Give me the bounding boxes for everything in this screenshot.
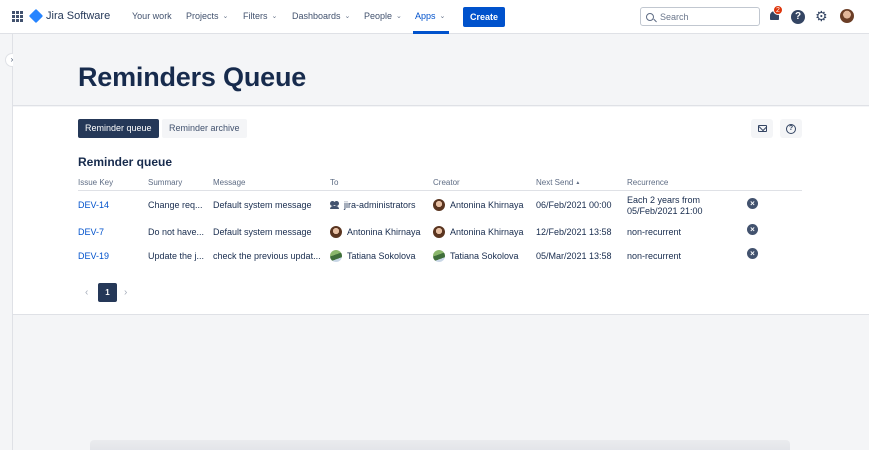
next-send-cell: 05/Mar/2021 13:58 xyxy=(536,251,612,261)
message-cell: Default system message xyxy=(213,200,312,210)
column-header-label: Next Send xyxy=(536,178,574,187)
creator-cell: Antonina Khirnaya xyxy=(433,199,524,211)
chevron-down-icon: ⌄ xyxy=(222,13,229,20)
recipient-name: jira-administrators xyxy=(344,200,416,210)
column-header-summary: Summary xyxy=(148,178,183,187)
content-panel xyxy=(13,107,869,315)
recipient-name: Tatiana Sokolova xyxy=(347,251,416,261)
creator-name: Antonina Khirnaya xyxy=(450,227,524,237)
mail-icon xyxy=(758,125,767,132)
group-icon xyxy=(330,201,340,209)
summary-cell: Update the j... xyxy=(148,251,205,261)
avatar xyxy=(433,250,445,262)
nav-projects[interactable]: Projects ⌄ xyxy=(186,11,228,21)
creator-name: Tatiana Sokolova xyxy=(450,251,519,261)
column-header-message: Message xyxy=(213,178,246,187)
message-cell: check the previous updat... xyxy=(213,251,321,261)
help-button[interactable]: ? xyxy=(780,119,802,138)
bottom-panel-edge xyxy=(90,440,790,450)
search-input[interactable]: Search xyxy=(640,7,760,26)
nav-label: People xyxy=(364,11,393,21)
recipient-name: Antonina Khirnaya xyxy=(347,227,421,237)
table-header-divider xyxy=(78,190,802,191)
pagination-page-current[interactable]: 1 xyxy=(98,283,117,302)
avatar xyxy=(433,199,445,211)
remove-reminder-icon[interactable]: × xyxy=(747,198,758,209)
nav-label: Your work xyxy=(132,11,172,21)
creator-cell: Tatiana Sokolova xyxy=(433,250,519,262)
logo-text: Jira Software xyxy=(46,10,111,22)
column-header-creator: Creator xyxy=(433,178,460,187)
creator-cell: Antonina Khirnaya xyxy=(433,226,524,238)
summary-cell: Change req... xyxy=(148,200,203,210)
issue-key-link[interactable]: DEV-7 xyxy=(78,227,104,237)
tab-reminder-archive[interactable]: Reminder archive xyxy=(162,119,247,138)
nav-your-work[interactable]: Your work xyxy=(132,11,172,21)
nav-dashboards[interactable]: Dashboards ⌄ xyxy=(292,11,350,21)
to-cell: jira-administrators xyxy=(330,200,416,210)
pagination-prev-chevron-icon[interactable]: ‹ xyxy=(85,287,88,298)
pagination-next-chevron-icon[interactable]: › xyxy=(124,287,127,298)
page-title: Reminders Queue xyxy=(78,62,307,92)
help-icon[interactable]: ? xyxy=(791,10,805,24)
nav-label: Projects xyxy=(186,11,219,21)
chevron-down-icon: ⌄ xyxy=(396,13,402,20)
jira-logo[interactable]: Jira Software xyxy=(28,8,111,24)
create-button[interactable]: Create xyxy=(463,7,505,27)
recurrence-cell: non-recurrent xyxy=(627,251,682,261)
app-switcher-icon[interactable] xyxy=(12,11,23,22)
remove-reminder-icon[interactable]: × xyxy=(747,224,758,235)
column-header-recurrence: Recurrence xyxy=(627,178,669,187)
recurrence-cell: non-recurrent xyxy=(627,227,682,237)
notification-count-badge: 2 xyxy=(773,5,783,15)
chevron-down-icon: ⌄ xyxy=(271,13,278,20)
column-header-issue-key: Issue Key xyxy=(78,178,114,187)
nav-label: Filters xyxy=(243,11,268,21)
chevron-down-icon: ⌄ xyxy=(344,13,351,20)
to-cell: Antonina Khirnaya xyxy=(330,226,421,238)
next-send-cell: 06/Feb/2021 00:00 xyxy=(536,200,612,210)
nav-apps[interactable]: Apps ⌄ xyxy=(415,11,445,21)
column-header-to: To xyxy=(330,178,339,187)
next-send-cell: 12/Feb/2021 13:58 xyxy=(536,227,612,237)
question-circle-icon: ? xyxy=(786,124,796,134)
remove-reminder-icon[interactable]: × xyxy=(747,248,758,259)
section-title: Reminder queue xyxy=(78,155,173,169)
message-cell: Default system message xyxy=(213,227,312,237)
column-header-next-send[interactable]: Next Send ▲ xyxy=(536,178,580,187)
summary-cell: Do not have... xyxy=(148,227,205,237)
recurrence-cell: Each 2 years from 05/Feb/2021 21:00 xyxy=(627,195,703,216)
top-navigation: Jira Software Your work Projects ⌄ Filte… xyxy=(0,0,869,34)
nav-filters[interactable]: Filters ⌄ xyxy=(243,11,277,21)
nav-label: Apps xyxy=(415,11,436,21)
issue-key-link[interactable]: DEV-19 xyxy=(78,251,109,261)
settings-gear-icon[interactable]: ⚙ xyxy=(815,9,828,23)
sort-ascending-icon: ▲ xyxy=(575,180,581,186)
avatar xyxy=(330,250,342,262)
nav-people[interactable]: People ⌄ xyxy=(364,11,402,21)
avatar xyxy=(330,226,342,238)
creator-name: Antonina Khirnaya xyxy=(450,200,524,210)
search-icon xyxy=(646,12,654,21)
nav-label: Dashboards xyxy=(292,11,341,21)
user-avatar[interactable] xyxy=(840,9,854,23)
tab-reminder-queue[interactable]: Reminder queue xyxy=(78,119,159,138)
chevron-down-icon: ⌄ xyxy=(439,13,446,20)
jira-diamond-icon xyxy=(28,8,44,24)
search-placeholder: Search xyxy=(660,11,689,22)
avatar xyxy=(433,226,445,238)
email-button[interactable] xyxy=(751,119,773,138)
issue-key-link[interactable]: DEV-14 xyxy=(78,200,109,210)
to-cell: Tatiana Sokolova xyxy=(330,250,416,262)
